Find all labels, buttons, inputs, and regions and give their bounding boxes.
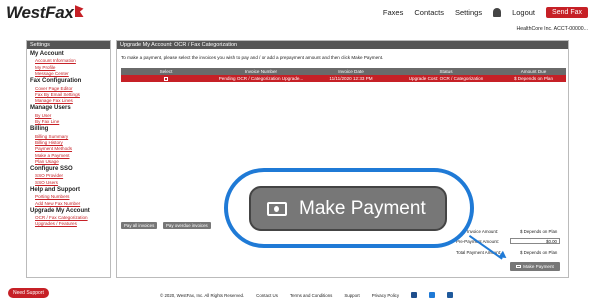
support-label: Need Support xyxy=(13,290,44,296)
logout-link[interactable]: Logout xyxy=(512,8,535,17)
sidebar-item[interactable]: By Fax Line xyxy=(35,119,110,124)
invoice-date-cell: 11/11/2020 12:33 PM xyxy=(311,75,391,82)
prepayment-input[interactable]: $0.00 xyxy=(510,238,560,244)
sidebar-item[interactable]: Account Information xyxy=(35,58,110,63)
sidebar-group-heading: Billing xyxy=(30,126,49,133)
sidebar-group-heading: Configure SSO xyxy=(30,166,73,173)
linkedin-icon[interactable] xyxy=(447,292,454,298)
table-header-row: Select Invoice Number Invoice Date Statu… xyxy=(121,68,566,75)
footer-link-terms[interactable]: Terms and Conditions xyxy=(290,293,332,298)
footer-link-privacy[interactable]: Privacy Policy xyxy=(372,293,399,298)
sidebar-item[interactable]: Porting Numbers xyxy=(35,194,110,199)
bell-icon[interactable] xyxy=(493,8,502,17)
logo-flag-icon xyxy=(74,5,84,17)
select-checkbox[interactable] xyxy=(164,76,168,81)
sidebar-item[interactable]: My Profile xyxy=(35,65,110,70)
instructions-text: To make a payment, please select the inv… xyxy=(121,55,384,60)
sidebar-item[interactable]: Message Center xyxy=(35,71,110,76)
sidebar-item[interactable]: Cover Page Editor xyxy=(35,86,110,91)
top-nav: Faxes Contacts Settings Logout Send Fax xyxy=(383,7,588,18)
sidebar-item[interactable]: Payment Methods xyxy=(35,146,110,151)
pay-all-invoices-button[interactable]: Pay all invoices xyxy=(121,222,158,229)
footer-link-support[interactable]: Support xyxy=(344,293,359,298)
copyright-text: © 2020, WestFax, Inc. All Rights Reserve… xyxy=(160,292,245,298)
footer: © 2020, WestFax, Inc. All Rights Reserve… xyxy=(160,292,454,298)
facebook-icon[interactable] xyxy=(411,292,418,298)
invoice-amount-label: Invoice Amount: xyxy=(467,229,499,234)
nav-contacts[interactable]: Contacts xyxy=(414,8,444,17)
amount-due-cell: $ Depends on Plan xyxy=(501,75,566,82)
page-title: Upgrade My Account: OCR / Fax Categoriza… xyxy=(117,41,568,49)
sidebar-group-heading: My Account xyxy=(30,51,64,57)
status-cell: Upgrade Cost: OCR / Categorization xyxy=(391,75,501,82)
col-amount-due: Amount Due xyxy=(501,68,566,75)
need-support-button[interactable]: Need Support xyxy=(8,288,49,298)
top-header: WestFax Faxes Contacts Settings Logout S… xyxy=(0,0,596,38)
make-payment-button[interactable]: Make Payment xyxy=(510,262,560,271)
sidebar-title: Settings xyxy=(27,41,110,49)
sidebar-item[interactable]: Add New Fax Number xyxy=(35,201,110,206)
col-status: Status xyxy=(391,68,501,75)
nav-faxes[interactable]: Faxes xyxy=(383,8,403,17)
sidebar-item[interactable]: SSO Users xyxy=(35,180,110,185)
westfax-logo[interactable]: WestFax xyxy=(6,3,84,23)
invoice-table: Select Invoice Number Invoice Date Statu… xyxy=(121,68,566,82)
sidebar-item[interactable]: OCR / Fax Categorization xyxy=(35,215,110,220)
account-label: HealthCore Inc. ACCT-00000... xyxy=(516,26,588,32)
sidebar-group-heading: Help and Support xyxy=(30,186,80,193)
sidebar-item[interactable]: Upgrades / Features xyxy=(35,221,110,226)
make-payment-callout: Make Payment xyxy=(249,186,447,231)
total-payment-value: $ Depends on Plan xyxy=(520,250,558,255)
sidebar-item[interactable]: Make a Payment xyxy=(35,153,110,158)
invoice-amount-value: $ Depends on Plan xyxy=(520,229,558,234)
sidebar-group-heading: Upgrade My Account xyxy=(30,207,90,214)
pay-overdue-invoices-button[interactable]: Pay overdue invoices xyxy=(163,222,211,229)
sidebar-item[interactable]: Plan Usage xyxy=(35,159,110,164)
money-bill-icon xyxy=(516,265,522,268)
table-row[interactable]: Pending OCR / Categorization Upgrade... … xyxy=(121,75,566,82)
col-invoice-number: Invoice Number xyxy=(211,68,311,75)
sidebar-group-heading: Manage Users xyxy=(30,105,71,112)
col-select: Select xyxy=(121,68,211,75)
sidebar-item[interactable]: Billing History xyxy=(35,140,110,145)
sidebar-item[interactable]: Fax By Email Settings xyxy=(35,92,110,97)
footer-link-contact[interactable]: Contact Us xyxy=(256,293,278,298)
send-fax-button[interactable]: Send Fax xyxy=(546,7,588,18)
sidebar-item[interactable]: SSO Provider xyxy=(35,173,110,178)
nav-settings[interactable]: Settings xyxy=(455,8,482,17)
sidebar-group-heading: Fax Configuration xyxy=(30,78,82,85)
callout-label: Make Payment xyxy=(299,197,426,219)
money-bill-icon xyxy=(267,201,287,216)
invoice-number-cell: Pending OCR / Categorization Upgrade... xyxy=(211,75,311,82)
settings-sidebar: Settings My Account Account Information My… xyxy=(26,40,111,278)
select-cell[interactable] xyxy=(121,75,211,82)
sidebar-item[interactable]: Billing Summary xyxy=(35,134,110,139)
twitter-icon[interactable] xyxy=(429,292,436,298)
col-invoice-date: Invoice Date xyxy=(311,68,391,75)
sidebar-item[interactable]: By User xyxy=(35,113,110,118)
make-payment-label: Make Payment xyxy=(523,264,554,269)
sidebar-item[interactable]: Manage Fax Lines xyxy=(35,98,110,103)
